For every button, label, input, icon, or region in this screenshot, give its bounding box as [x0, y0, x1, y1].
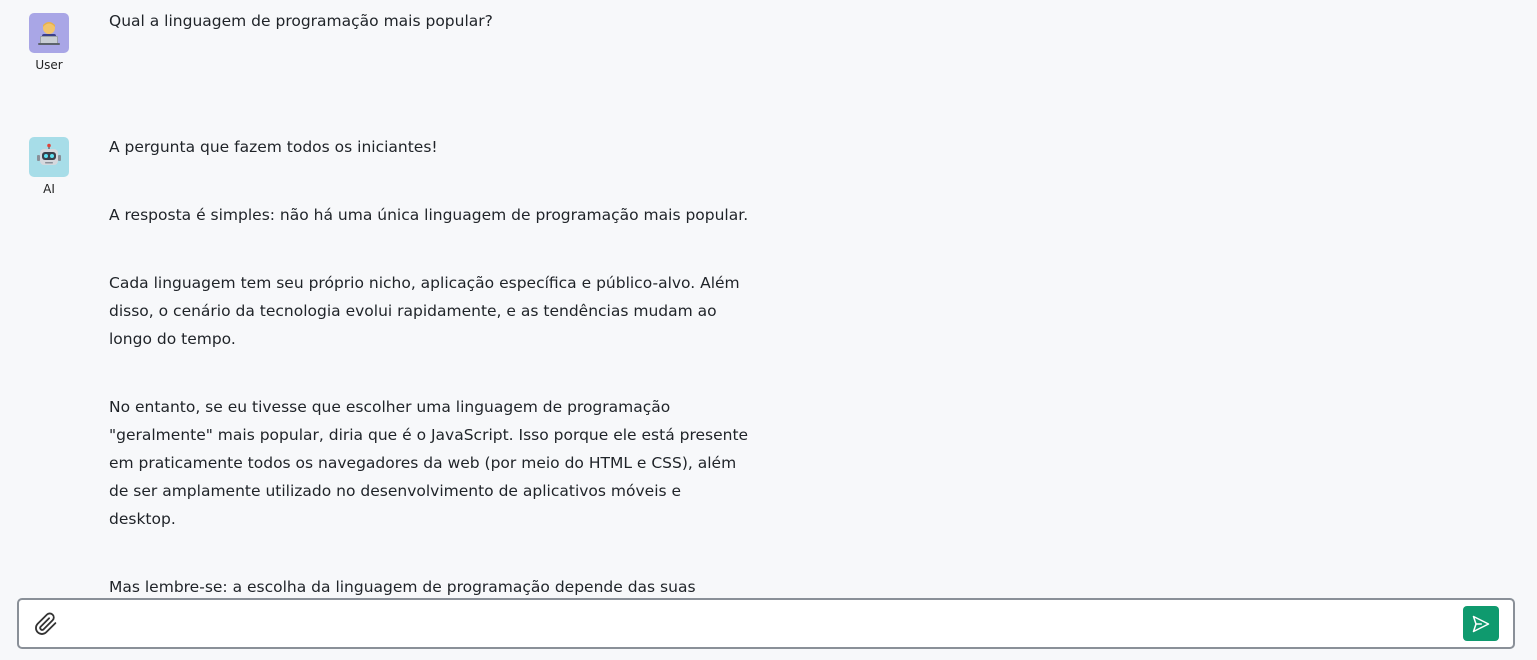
- user-message-text: Qual a linguagem de programação mais pop…: [109, 12, 493, 30]
- attach-button[interactable]: [33, 611, 59, 637]
- person-laptop-icon: [38, 22, 60, 45]
- send-icon: [1472, 615, 1490, 632]
- chat-history: User Qual a linguagem de programação mai…: [0, 0, 1537, 624]
- ai-paragraph: No entanto, se eu tivesse que escolher u…: [109, 398, 749, 528]
- ai-avatar-column: AI: [29, 137, 69, 196]
- ai-avatar: [29, 137, 69, 177]
- user-role-label: User: [35, 58, 63, 72]
- ai-message-content: A pergunta que fazem todos os iniciantes…: [109, 133, 749, 629]
- ai-role-label: AI: [43, 182, 55, 196]
- robot-icon: [37, 143, 61, 165]
- ai-paragraph: A resposta é simples: não há uma única l…: [109, 206, 749, 224]
- user-avatar-column: User: [29, 13, 69, 72]
- ai-paragraph: A pergunta que fazem todos os iniciantes…: [109, 138, 438, 156]
- user-avatar: [29, 13, 69, 53]
- send-button[interactable]: [1463, 606, 1499, 641]
- message-input[interactable]: [75, 608, 1455, 640]
- user-message-content: Qual a linguagem de programação mais pop…: [109, 7, 749, 35]
- message-composer: [17, 598, 1515, 649]
- ai-paragraph: Cada linguagem tem seu próprio nicho, ap…: [109, 274, 740, 348]
- paperclip-icon: [35, 612, 57, 635]
